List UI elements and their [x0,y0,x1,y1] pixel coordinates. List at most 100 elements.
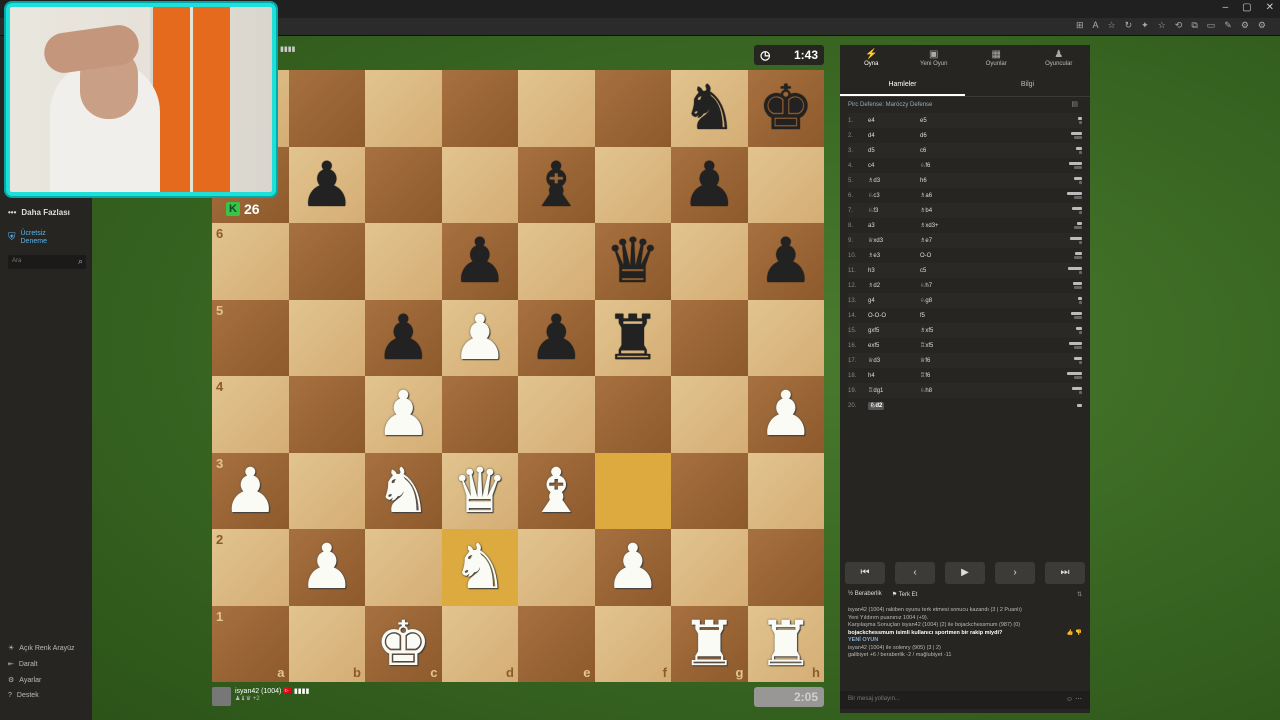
white-pawn-icon[interactable]: ♟ [222,459,278,522]
white-move[interactable]: h3 [868,268,920,274]
sidebar-bottom-item[interactable]: ⇤ Daralt [8,660,38,669]
square-g4[interactable] [671,376,748,453]
toolbar-icon[interactable]: ⧉ [1191,20,1197,31]
black-bishop-icon[interactable]: ♝ [528,153,584,216]
square-c4[interactable]: ♟ [365,376,442,453]
white-move[interactable]: ♘f3 [868,207,920,214]
sidebar-bottom-item[interactable]: ? Destek [8,692,39,699]
white-pawn-icon[interactable]: ♟ [299,536,355,598]
square-h2[interactable] [747,529,824,606]
white-rook-icon[interactable]: ♜ [681,612,737,675]
white-knight-icon[interactable]: ♞ [452,536,508,598]
toolbar-icon[interactable]: ✦ [1141,20,1149,31]
close-button[interactable]: ✕ [1266,2,1274,13]
square-h4[interactable]: ♟ [747,376,824,453]
black-move[interactable]: h6 [920,178,972,184]
white-move[interactable]: O-O-O [868,313,920,319]
black-move[interactable]: ♘h8 [920,387,972,394]
square-d6[interactable]: ♟ [441,223,518,300]
black-move[interactable]: ♕f6 [920,357,972,364]
toolbar-icon[interactable]: ⚙ [1258,20,1266,31]
toolbar-icon[interactable]: ↻ [1125,20,1133,31]
sub-tab[interactable]: Hamleler [840,75,965,96]
tab-yeni-oyun[interactable]: ▣ Yeni Oyun [903,45,966,75]
square-b7[interactable]: ♟ [288,146,365,223]
black-rook-icon[interactable]: ♜ [605,306,661,369]
square-h6[interactable]: ♟ [747,223,824,300]
square-c6[interactable] [365,223,442,300]
square-c7[interactable] [365,146,442,223]
black-pawn-icon[interactable]: ♟ [299,153,355,216]
black-move[interactable]: ♗a6 [920,192,972,199]
square-e2[interactable] [518,529,595,606]
sidebar-free-trial[interactable]: ⛨ Ücretsiz Deneme [8,230,47,246]
square-d5[interactable]: ♟ [441,299,518,376]
square-c5[interactable]: ♟ [365,299,442,376]
square-f4[interactable] [594,376,671,453]
square-b5[interactable] [288,299,365,376]
black-move[interactable]: O-O [920,253,972,259]
square-a4[interactable]: 4 [212,376,289,453]
square-d4[interactable] [441,376,518,453]
square-d1[interactable]: d [441,605,518,682]
square-d2[interactable]: ♞ [441,529,518,606]
white-move[interactable]: g4 [868,298,920,304]
square-g3[interactable] [671,452,748,529]
square-b2[interactable]: ♟ [288,529,365,606]
black-move[interactable]: ♘h7 [920,282,972,289]
sidebar-bottom-item[interactable]: ⚙ Ayarlar [8,676,41,685]
toolbar-icon[interactable]: ✎ [1224,20,1232,31]
square-c1[interactable]: c ♚ [365,605,442,682]
white-move[interactable]: ♕d3 [868,357,920,364]
square-b4[interactable] [288,376,365,453]
white-move[interactable]: a3 [868,223,920,229]
black-king-icon[interactable]: ♚ [758,77,814,139]
square-g6[interactable] [671,223,748,300]
thumbs-icon[interactable]: 👍 👎 [1067,630,1082,638]
square-f5[interactable]: ♜ [594,299,671,376]
white-move[interactable]: ♗d2 [868,282,920,289]
square-b3[interactable] [288,452,365,529]
player-name[interactable]: isyan42 (1004) [235,688,281,695]
square-a5[interactable]: 5 [212,299,289,376]
white-move[interactable]: c4 [868,163,920,169]
square-h5[interactable] [747,299,824,376]
white-bishop-icon[interactable]: ♝ [528,459,584,522]
square-c8[interactable] [365,70,442,147]
tab-oyuncular[interactable]: ♟ Oyuncular [1028,45,1091,75]
square-f6[interactable]: ♛ [594,223,671,300]
square-a1[interactable]: 1a [212,605,289,682]
square-h1[interactable]: h ♜ [747,605,824,682]
black-move[interactable]: f5 [920,313,972,319]
white-rook-icon[interactable]: ♜ [758,612,814,675]
square-e3[interactable]: ♝ [518,452,595,529]
black-move[interactable]: ♖f6 [920,372,972,379]
square-e4[interactable] [518,376,595,453]
square-g7[interactable]: ♟ [671,146,748,223]
black-pawn-icon[interactable]: ♟ [452,230,508,292]
chess-board[interactable]: 8♞♚7♟♝♟6♟♛♟5♟♟♟♜4♟♟3♟♞♛♝2♟♞♟1abc♚defg♜h♜ [212,70,824,682]
draw-button[interactable]: ½ Beraberlik [848,591,882,605]
white-pawn-icon[interactable]: ♟ [452,306,508,369]
square-d3[interactable]: ♛ [441,452,518,529]
black-pawn-icon[interactable]: ♟ [375,306,431,369]
flip-icon[interactable]: ⇅ [1077,591,1082,605]
black-move[interactable]: ♘f6 [920,162,972,169]
toolbar-icon[interactable]: ⚙ [1241,20,1249,31]
sidebar-bottom-item[interactable]: ☀ Açık Renk Arayüz [8,644,75,653]
white-move[interactable]: ♘d2 [868,402,920,410]
maximize-button[interactable]: ▢ [1242,2,1251,13]
first-move-button[interactable]: ⏮ [845,562,885,584]
square-g5[interactable] [671,299,748,376]
white-queen-icon[interactable]: ♛ [452,459,508,522]
white-pawn-icon[interactable]: ♟ [375,383,431,445]
white-move[interactable]: exf5 [868,343,920,349]
white-pawn-icon[interactable]: ♟ [605,536,661,598]
tab-oyunlar[interactable]: ▦ Oyunlar [965,45,1028,75]
white-move[interactable]: e4 [868,118,920,124]
black-move[interactable]: c6 [920,148,972,154]
white-move[interactable]: ♗d3 [868,177,920,184]
white-pawn-icon[interactable]: ♟ [758,383,814,445]
white-move[interactable]: d5 [868,148,920,154]
square-f1[interactable]: f [594,605,671,682]
